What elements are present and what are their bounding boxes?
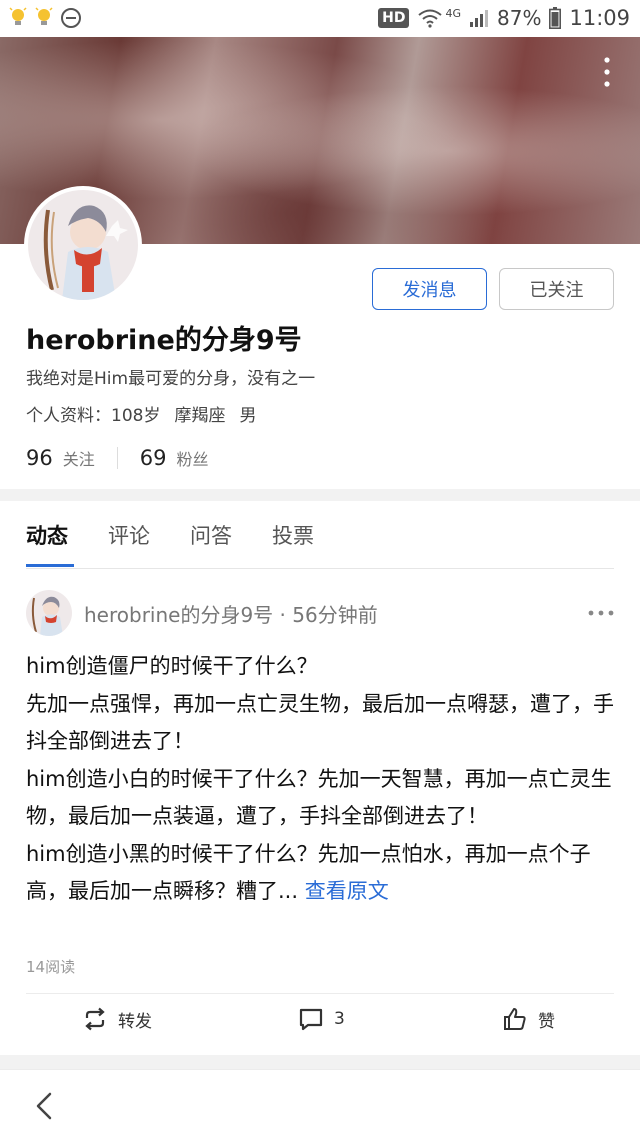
thumbs-up-icon bbox=[504, 1008, 526, 1030]
clock: 11:09 bbox=[569, 6, 630, 30]
post-line: him创造小黑的时候干了什么？先加一点怕水，再加一点个子高，最后加一点瞬移？糟了… bbox=[26, 836, 616, 911]
repost-icon bbox=[85, 1007, 105, 1031]
feed-divider bbox=[0, 1055, 640, 1069]
following-label: 关注 bbox=[62, 450, 95, 469]
hd-badge: HD bbox=[378, 8, 410, 28]
follow-counts: 96 关注 69 粉丝 bbox=[26, 446, 209, 470]
section-divider bbox=[0, 489, 640, 501]
send-message-button[interactable]: 发消息 bbox=[372, 268, 487, 310]
post-author-line: herobrine的分身9号 · 56分钟前 bbox=[84, 603, 378, 627]
repost-button[interactable]: 转发 bbox=[82, 1006, 152, 1032]
post-line: him创造僵尸的时候干了什么？ bbox=[26, 654, 318, 678]
comment-icon bbox=[299, 1008, 323, 1031]
profile-gender: 男 bbox=[239, 406, 257, 426]
do-not-disturb-icon bbox=[61, 8, 81, 28]
profile-zodiac: 摩羯座 bbox=[174, 406, 226, 426]
comment-button[interactable]: 3 bbox=[298, 1006, 345, 1032]
comment-count: 3 bbox=[334, 1009, 345, 1029]
repost-label: 转发 bbox=[118, 1011, 152, 1032]
like-button[interactable]: 赞 bbox=[502, 1006, 555, 1032]
followers-label: 粉丝 bbox=[176, 450, 209, 469]
network-type: 4G bbox=[445, 6, 462, 20]
status-bar: HD 4G 87% 11:09 bbox=[0, 0, 640, 37]
wifi-icon bbox=[418, 9, 443, 28]
post-line: him创造小白的时候干了什么？先加一天智慧，再加一点亡灵生物，最后加一点装逼，遭… bbox=[26, 766, 612, 829]
profile-info: 个人资料：108岁 摩羯座 男 bbox=[26, 401, 256, 426]
post-actions: 转发 3 赞 bbox=[0, 1006, 640, 1042]
bottom-nav-bar bbox=[0, 1069, 640, 1138]
profile-tabs: 动态 评论 问答 投票 bbox=[26, 520, 314, 550]
tab-comments[interactable]: 评论 bbox=[108, 520, 150, 550]
active-tab-indicator bbox=[26, 564, 74, 567]
battery-percent: 87% bbox=[497, 6, 542, 30]
tabs-divider bbox=[26, 568, 614, 569]
back-arrow-icon[interactable] bbox=[30, 1090, 58, 1122]
profile-age: 个人资料：108岁 bbox=[26, 406, 161, 426]
following-stat[interactable]: 96 关注 bbox=[26, 446, 95, 470]
tab-votes[interactable]: 投票 bbox=[272, 520, 314, 550]
post-more-icon[interactable] bbox=[588, 610, 614, 616]
count-divider bbox=[116, 447, 118, 469]
read-original-link[interactable]: 查看原文 bbox=[305, 879, 389, 903]
like-label: 赞 bbox=[538, 1011, 555, 1032]
post-author-avatar[interactable] bbox=[26, 590, 72, 636]
lightbulb-icon bbox=[35, 7, 53, 25]
signal-icon bbox=[470, 10, 489, 27]
avatar-image bbox=[28, 190, 138, 300]
followers-stat[interactable]: 69 粉丝 bbox=[140, 446, 209, 470]
more-options-icon[interactable] bbox=[604, 57, 610, 87]
followers-count: 69 bbox=[139, 446, 167, 470]
following-count: 96 bbox=[26, 446, 53, 470]
post-content[interactable]: him创造僵尸的时候干了什么？ 先加一点强悍，再加一点亡灵生物，最后加一点嘚瑟，… bbox=[26, 648, 616, 911]
tab-qa[interactable]: 问答 bbox=[190, 520, 232, 550]
read-count: 14阅读 bbox=[26, 958, 76, 976]
tab-activity[interactable]: 动态 bbox=[26, 520, 68, 550]
battery-icon bbox=[549, 7, 562, 29]
post-divider bbox=[26, 993, 614, 994]
followed-button[interactable]: 已关注 bbox=[499, 268, 614, 310]
lightbulb-icon bbox=[9, 7, 27, 25]
avatar[interactable] bbox=[24, 186, 142, 304]
profile-name: herobrine的分身9号 bbox=[26, 325, 302, 356]
post-line: 先加一点强悍，再加一点亡灵生物，最后加一点嘚瑟，遭了，手抖全部倒进去了！ bbox=[26, 691, 614, 754]
profile-bio: 我绝对是Him最可爱的分身，没有之一 bbox=[26, 369, 316, 389]
